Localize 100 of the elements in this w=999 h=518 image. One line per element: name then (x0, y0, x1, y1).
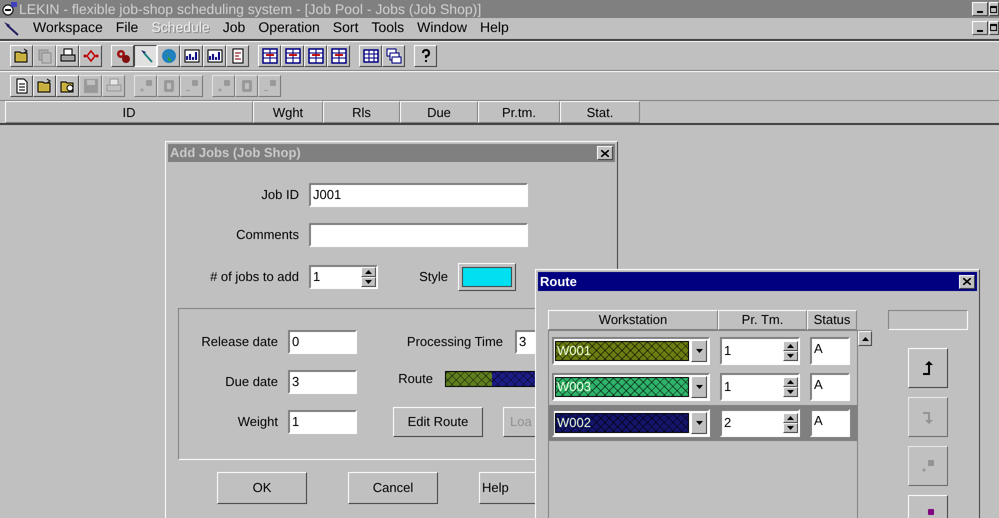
window-title: LEKIN - flexible job-shop scheduling system - [Job Pool - Jobs (Job Shop)] (19, 1, 482, 17)
workstation-dropdown[interactable]: W001 (552, 337, 710, 365)
column-header[interactable]: Wght (253, 101, 323, 123)
menu-item[interactable]: Window (417, 17, 467, 38)
side-button[interactable] (908, 348, 948, 388)
up-arrow-icon (787, 416, 794, 420)
dialog-button[interactable]: OK (217, 472, 307, 504)
folder-icon (14, 48, 30, 64)
menu-item[interactable]: File (116, 17, 138, 38)
windows-icon (386, 48, 402, 64)
spin-up-button[interactable] (783, 413, 798, 423)
turn-up-arrow-icon (920, 360, 936, 376)
new-file-icon (14, 78, 30, 94)
spin-up-button[interactable] (783, 341, 798, 351)
menu-item[interactable]: Tools (371, 17, 404, 38)
app-icon (2, 1, 18, 17)
spin-up-button[interactable] (783, 377, 798, 387)
column-header[interactable]: Pr.tm. (478, 101, 560, 123)
spin-up-button[interactable] (361, 267, 376, 277)
column-header[interactable]: Stat. (560, 101, 640, 123)
scroll-up-button[interactable] (858, 331, 872, 346)
menu-item[interactable]: Sort (332, 17, 358, 38)
edit-route-button[interactable]: Edit Route (393, 407, 483, 437)
table-icon (262, 48, 278, 64)
dropdown-button[interactable] (691, 340, 707, 362)
field-label: Release date (200, 333, 278, 352)
text-field[interactable]: 3 (288, 370, 357, 394)
printer-icon (106, 78, 122, 94)
plus-square-icon (140, 80, 152, 92)
plus-square-icon (218, 80, 230, 92)
restore-button[interactable] (989, 20, 999, 34)
status-field[interactable]: A (810, 337, 850, 365)
grid-icon (362, 48, 378, 64)
column-header[interactable]: ID (5, 101, 253, 123)
down-arrow-icon (787, 426, 794, 430)
field-label: Route (397, 370, 433, 388)
up-arrow-icon (787, 380, 794, 384)
restore-button[interactable] (989, 2, 999, 16)
workstation-value: W002 (555, 413, 689, 433)
menu-item[interactable]: Workspace (33, 17, 103, 38)
text-field[interactable]: J001 (309, 183, 528, 207)
field-label: Style (418, 268, 448, 286)
printer-icon (60, 48, 76, 64)
workstation-value: W003 (555, 377, 689, 397)
close-button[interactable] (597, 146, 613, 160)
toolbar-button[interactable] (134, 45, 157, 67)
number-spinner[interactable]: 1 (309, 265, 378, 289)
down-arrow-icon (696, 385, 702, 389)
document-icon (230, 48, 246, 64)
time-spinner[interactable]: 2 (720, 409, 800, 437)
floppy-icon (82, 78, 98, 94)
minimize-button[interactable] (972, 2, 988, 16)
table-icon (284, 48, 300, 64)
color-swatch-button[interactable] (458, 263, 516, 291)
gears-icon (114, 48, 130, 64)
dialog-button[interactable]: Cancel (348, 472, 438, 504)
menu-item[interactable]: Job (222, 17, 246, 38)
spin-down-button[interactable] (783, 423, 798, 433)
scrollbar[interactable] (857, 331, 872, 518)
minimize-icon (977, 11, 983, 13)
close-icon (963, 278, 971, 285)
text-field[interactable]: 0 (288, 330, 357, 354)
column-header: Workstation (548, 310, 718, 330)
turn-down-arrow-icon (920, 409, 936, 425)
workstation-value: W001 (555, 341, 689, 361)
spin-down-button[interactable] (783, 351, 798, 361)
route-row[interactable]: W002 2 A (549, 405, 858, 441)
dropdown-button[interactable] (691, 376, 707, 398)
spin-down-button[interactable] (361, 277, 376, 287)
spin-down-button[interactable] (783, 387, 798, 397)
plus-square-icon (922, 460, 934, 472)
route-row[interactable]: W001 1 A (549, 333, 858, 369)
down-arrow-icon (365, 280, 372, 284)
close-icon (601, 150, 609, 156)
route-row[interactable]: W003 1 A (549, 369, 858, 405)
minimize-icon (977, 30, 983, 32)
time-spinner[interactable]: 1 (720, 337, 800, 365)
time-spinner[interactable]: 1 (720, 373, 800, 401)
status-field[interactable]: A (810, 409, 850, 437)
column-header[interactable]: Due (400, 101, 478, 123)
field-label: Processing Time (406, 333, 503, 352)
text-field[interactable]: 1 (288, 410, 357, 434)
dropdown-button[interactable] (691, 412, 707, 434)
field-label: # of jobs to add (209, 268, 299, 286)
text-field[interactable] (309, 223, 528, 247)
close-button[interactable] (959, 274, 975, 288)
menu-item[interactable]: Operation (258, 17, 320, 38)
dialog-title: Add Jobs (Job Shop) (170, 144, 301, 162)
hammer-icon (2, 20, 20, 36)
field-label: Comments (235, 226, 299, 244)
workstation-dropdown[interactable]: W002 (552, 409, 710, 437)
menu-item[interactable]: Help (480, 17, 509, 38)
status-field[interactable]: A (810, 373, 850, 401)
up-arrow-icon (365, 270, 372, 274)
column-header: Pr. Tm. (718, 310, 807, 330)
table-icon (330, 48, 346, 64)
dialog-title: Route (540, 272, 577, 291)
minimize-button[interactable] (972, 20, 988, 34)
chart-icon (184, 48, 200, 64)
column-header[interactable]: Rls (323, 101, 400, 123)
